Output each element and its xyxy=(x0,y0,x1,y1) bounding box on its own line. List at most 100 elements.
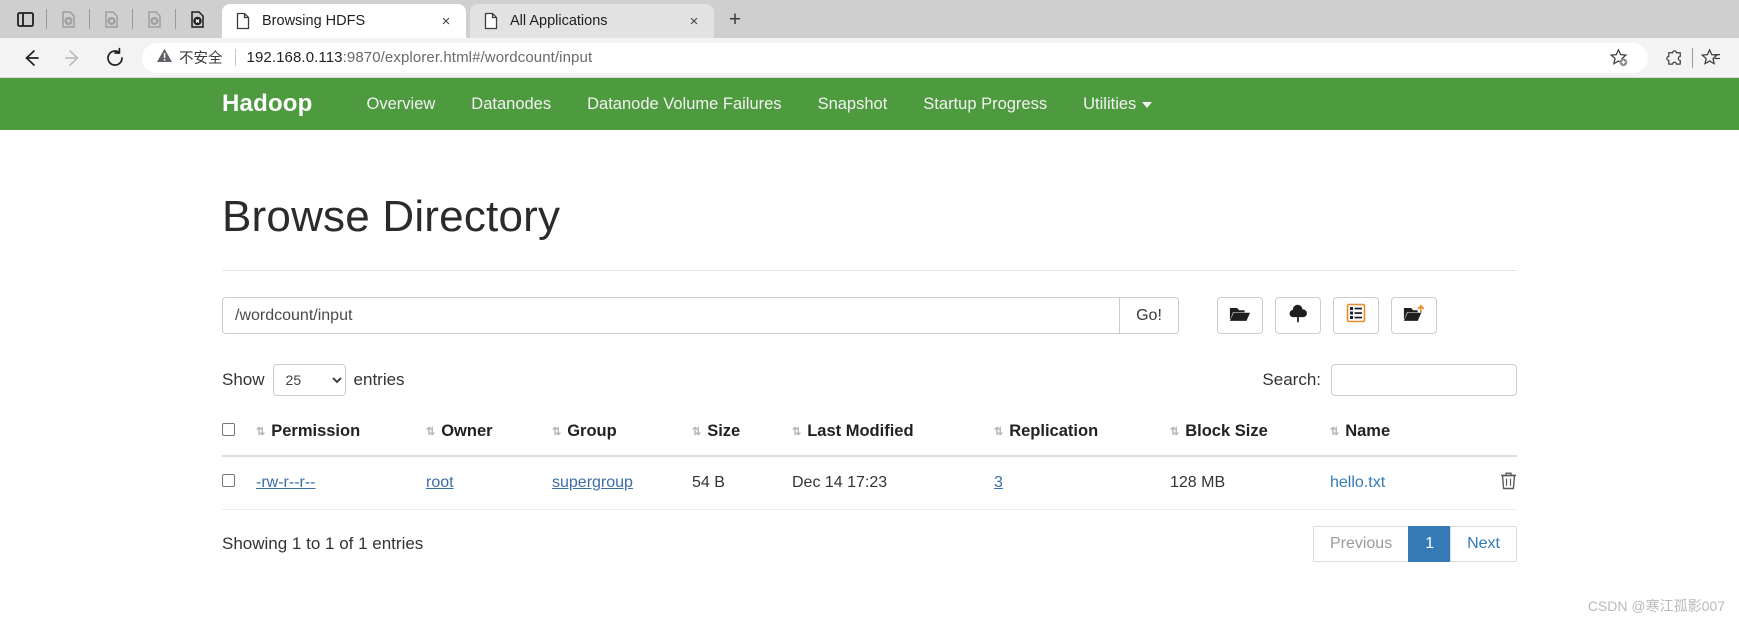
th-replication[interactable]: ⇅Replication xyxy=(994,414,1170,456)
th-last-modified-label: Last Modified xyxy=(807,422,913,441)
upload-files-button[interactable] xyxy=(1275,297,1321,334)
page-icon xyxy=(234,12,252,30)
search-label: Search: xyxy=(1262,370,1321,390)
nav-item-snapshot[interactable]: Snapshot xyxy=(800,78,906,130)
cell-name: hello.txt xyxy=(1330,456,1473,510)
table-header-row: ⇅Permission ⇅Owner ⇅Group ⇅Size ⇅Last Mo… xyxy=(222,414,1517,456)
table-row: -rw-r--r-- root supergroup 54 B Dec 14 1… xyxy=(222,456,1517,510)
sort-icon: ⇅ xyxy=(1170,425,1178,438)
pagination-previous[interactable]: Previous xyxy=(1313,526,1409,562)
puzzle-piece-icon[interactable] xyxy=(1656,42,1692,74)
page-icon xyxy=(482,12,500,30)
nav-item-startup-progress[interactable]: Startup Progress xyxy=(905,78,1065,130)
th-owner[interactable]: ⇅Owner xyxy=(426,414,552,456)
table-body: -rw-r--r-- root supergroup 54 B Dec 14 1… xyxy=(222,456,1517,510)
title-divider xyxy=(222,270,1517,271)
th-name[interactable]: ⇅ Name xyxy=(1330,414,1473,456)
th-block-size[interactable]: ⇅ Block Size xyxy=(1170,414,1330,456)
star-plus-icon[interactable] xyxy=(1600,42,1636,74)
pagination-page-1[interactable]: 1 xyxy=(1408,526,1451,562)
folder-move-icon xyxy=(1403,304,1425,328)
search-control: Search: xyxy=(1262,364,1517,396)
omnibox-divider xyxy=(235,49,236,66)
cell-owner: root xyxy=(426,456,552,510)
url-host: 192.168.0.113 xyxy=(247,49,343,66)
owner-link[interactable]: root xyxy=(426,474,454,491)
closed-tab-icon-2[interactable] xyxy=(90,0,132,38)
nav-item-datanodes[interactable]: Datanodes xyxy=(453,78,569,130)
address-bar[interactable]: 不安全 192.168.0.113:9870/explorer.html#/wo… xyxy=(142,43,1648,73)
permission-link[interactable]: -rw-r--r-- xyxy=(256,474,316,491)
group-link[interactable]: supergroup xyxy=(552,474,633,491)
back-arrow-icon[interactable] xyxy=(10,41,52,75)
cell-block-size: 128 MB xyxy=(1170,456,1330,510)
paste-move-button[interactable] xyxy=(1391,297,1437,334)
cut-clipboard-button[interactable] xyxy=(1333,297,1379,334)
directory-path-input[interactable] xyxy=(222,297,1119,334)
closed-tab-icon-3[interactable] xyxy=(133,0,175,38)
nav-item-datanode-volume-failures[interactable]: Datanode Volume Failures xyxy=(569,78,799,130)
tab-all-applications[interactable]: All Applications × xyxy=(470,4,714,38)
forward-arrow-icon xyxy=(52,41,94,75)
cloud-upload-icon xyxy=(1287,304,1309,328)
closed-tab-icon-1[interactable] xyxy=(47,0,89,38)
th-group[interactable]: ⇅ Group xyxy=(552,414,692,456)
browser-toolbar: 不安全 192.168.0.113:9870/explorer.html#/wo… xyxy=(0,38,1739,78)
directory-action-buttons xyxy=(1217,297,1437,334)
row-checkbox[interactable] xyxy=(222,474,235,487)
file-listing-table: ⇅Permission ⇅Owner ⇅Group ⇅Size ⇅Last Mo… xyxy=(222,414,1517,510)
search-input[interactable] xyxy=(1331,364,1517,396)
path-input-group: Go! xyxy=(222,297,1179,334)
collections-star-icon[interactable] xyxy=(1693,42,1729,74)
file-name-link[interactable]: hello.txt xyxy=(1330,474,1385,491)
url-text: 192.168.0.113:9870/explorer.html#/wordco… xyxy=(247,49,593,66)
th-block-size-label: Block Size xyxy=(1185,422,1268,441)
pagination-next[interactable]: Next xyxy=(1450,526,1517,562)
sort-icon: ⇅ xyxy=(1330,425,1338,438)
th-size[interactable]: ⇅ Size xyxy=(692,414,792,456)
th-size-label: Size xyxy=(707,422,740,441)
sort-icon: ⇅ xyxy=(994,425,1002,438)
sort-icon: ⇅ xyxy=(552,425,560,438)
page-length-select[interactable]: 25 50 100 xyxy=(273,364,346,396)
row-select-cell[interactable] xyxy=(222,456,256,510)
closed-tab-icon-4[interactable] xyxy=(176,0,218,38)
replication-link[interactable]: 3 xyxy=(994,474,1003,491)
th-select-all[interactable] xyxy=(222,414,256,456)
entries-label: entries xyxy=(354,370,405,390)
hadoop-brand[interactable]: Hadoop xyxy=(222,90,313,118)
security-indicator[interactable]: 不安全 xyxy=(156,47,223,68)
new-tab-button[interactable]: + xyxy=(720,5,750,35)
watermark: CSDN @寒江孤影007 xyxy=(1588,596,1725,616)
sort-icon: ⇅ xyxy=(692,425,700,438)
sort-icon: ⇅ xyxy=(426,425,434,438)
nav-item-overview[interactable]: Overview xyxy=(349,78,454,130)
table-controls: Show 25 50 100 entries Search: xyxy=(222,364,1517,396)
path-toolbar: Go! xyxy=(222,297,1517,334)
th-last-modified[interactable]: ⇅Last Modified xyxy=(792,414,994,456)
tab-strip: Browsing HDFS × All Applications × + xyxy=(0,0,1739,38)
tab-browsing-hdfs[interactable]: Browsing HDFS × xyxy=(222,4,466,38)
table-footer: Showing 1 to 1 of 1 entries Previous 1 N… xyxy=(222,526,1517,562)
create-directory-button[interactable] xyxy=(1217,297,1263,334)
close-icon[interactable]: × xyxy=(682,9,706,33)
close-icon[interactable]: × xyxy=(434,9,458,33)
go-button[interactable]: Go! xyxy=(1119,297,1179,334)
th-name-label: Name xyxy=(1345,422,1390,441)
trash-icon[interactable] xyxy=(1500,477,1517,494)
th-permission[interactable]: ⇅Permission xyxy=(256,414,426,456)
select-all-checkbox[interactable] xyxy=(222,423,235,436)
pagination: Previous 1 Next xyxy=(1314,526,1517,562)
nav-item-utilities-label: Utilities xyxy=(1083,95,1136,113)
page-content: Browse Directory Go! xyxy=(0,192,1739,562)
reload-icon[interactable] xyxy=(94,41,136,75)
chevron-down-icon xyxy=(1142,102,1152,108)
cell-last-modified: Dec 14 17:23 xyxy=(792,456,994,510)
tab-title: All Applications xyxy=(510,13,682,29)
nav-item-utilities[interactable]: Utilities xyxy=(1065,78,1170,130)
th-actions xyxy=(1473,414,1517,456)
cell-actions xyxy=(1473,456,1517,510)
th-group-label: Group xyxy=(567,422,617,441)
list-clipboard-icon xyxy=(1346,303,1366,328)
tab-group-icon[interactable] xyxy=(4,0,46,38)
